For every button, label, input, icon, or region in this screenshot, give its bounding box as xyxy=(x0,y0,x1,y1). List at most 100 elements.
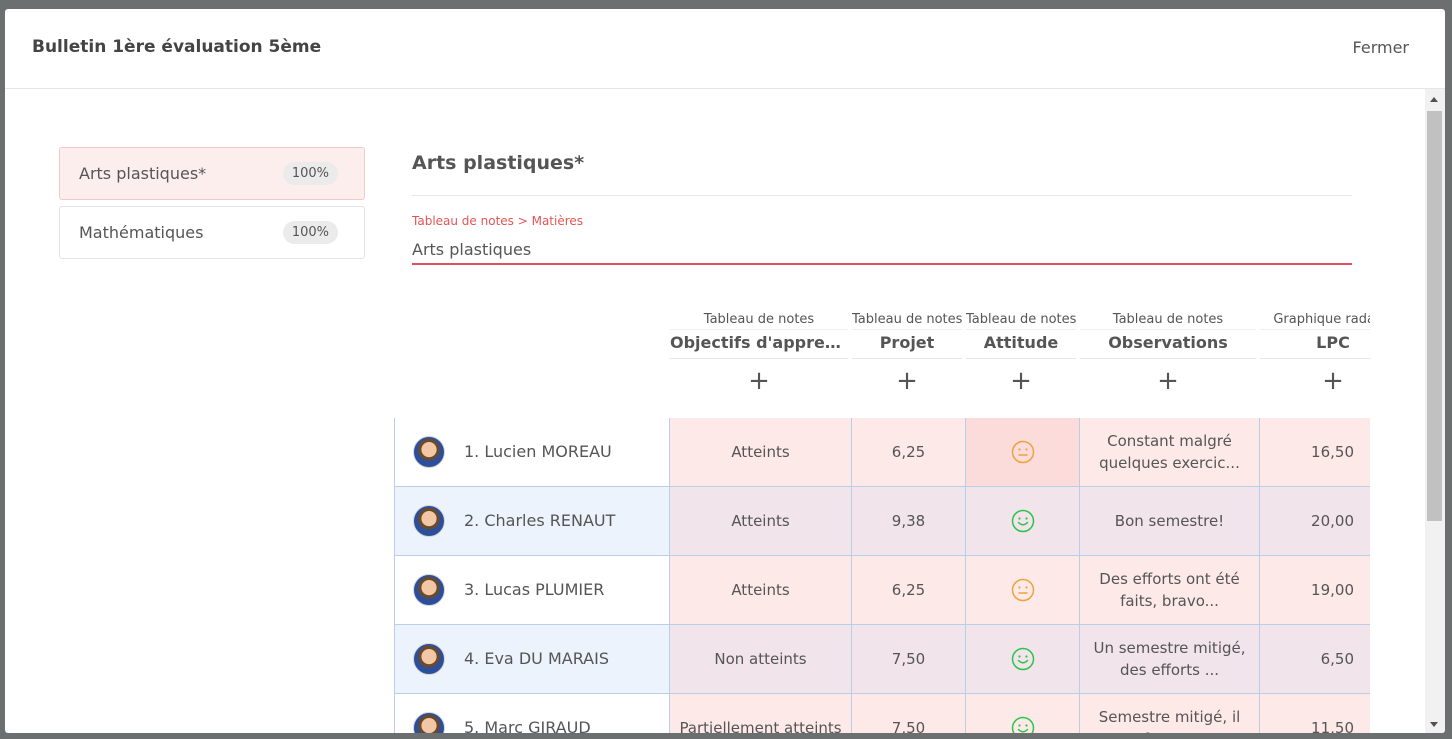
subject-label: Mathématiques xyxy=(79,223,204,242)
column-header: Tableau de notes Projet + xyxy=(852,309,962,403)
add-icon[interactable]: + xyxy=(670,359,848,403)
projet-value: 7,50 xyxy=(891,650,926,668)
observations-cell[interactable]: Constant malgré quelques exercic... xyxy=(1080,418,1260,487)
column-name[interactable]: Objectifs d'apprentissage xyxy=(670,329,848,359)
student-name: 1. Lucien MOREAU xyxy=(464,442,612,461)
lpc-value: 19,00 xyxy=(1311,581,1354,599)
attitude-cell[interactable] xyxy=(966,556,1080,625)
section-title: Arts plastiques* xyxy=(412,152,585,174)
lpc-value: 16,50 xyxy=(1311,443,1354,461)
column-header: Tableau de notes Observations + xyxy=(1080,309,1256,403)
observations-cell[interactable]: Semestre mitigé, il ne faut pas... xyxy=(1080,694,1260,733)
objectifs-value: Atteints xyxy=(731,512,790,530)
subject-item-arts-plastiques[interactable]: Arts plastiques* 100% xyxy=(59,147,365,200)
avatar xyxy=(413,643,445,675)
table-row: 2. Charles RENAUT Atteints 9,38 Bon semestr… xyxy=(394,487,1370,556)
subject-item-mathematiques[interactable]: Mathématiques 100% xyxy=(59,206,365,259)
add-icon[interactable]: + xyxy=(966,359,1076,403)
objectifs-cell[interactable]: Atteints xyxy=(670,487,852,556)
percent-badge: 100% xyxy=(282,221,338,244)
close-button[interactable]: Fermer xyxy=(1353,38,1409,57)
observations-cell[interactable]: Un semestre mitigé, des efforts ... xyxy=(1080,625,1260,694)
student-name-cell[interactable]: 2. Charles RENAUT xyxy=(394,487,670,556)
student-name: 4. Eva DU MARAIS xyxy=(464,649,609,668)
projet-cell[interactable]: 7,50 xyxy=(852,625,966,694)
objectifs-cell[interactable]: Atteints xyxy=(670,556,852,625)
observations-value: Bon semestre! xyxy=(1114,512,1225,530)
subject-name-input[interactable] xyxy=(412,235,1352,265)
percent-badge: 100% xyxy=(282,162,338,185)
table-row: 1. Lucien MOREAU Atteints 6,25 Constant mal… xyxy=(394,418,1370,487)
table-row: 5. Marc GIRAUD Partiellement atteints 7,50… xyxy=(394,694,1370,733)
lpc-cell[interactable]: 19,00 xyxy=(1260,556,1370,625)
projet-cell[interactable]: 6,25 xyxy=(852,418,966,487)
neutral-face-icon xyxy=(1011,440,1035,464)
objectifs-value: Non atteints xyxy=(714,650,807,668)
column-header: Graphique radar d LPC+ xyxy=(1260,309,1370,403)
neutral-face-icon xyxy=(1011,578,1035,602)
attitude-cell[interactable] xyxy=(966,625,1080,694)
avatar xyxy=(413,712,445,733)
observations-value: Semestre mitigé, il ne faut pas... xyxy=(1098,708,1241,733)
scrollbar-thumb[interactable] xyxy=(1427,111,1442,521)
student-name: 5. Marc GIRAUD xyxy=(464,718,591,733)
column-name[interactable]: LPC xyxy=(1260,329,1370,359)
observations-value: Un semestre mitigé, des efforts ... xyxy=(1093,639,1246,679)
column-name[interactable]: Projet xyxy=(852,329,962,359)
projet-cell[interactable]: 6,25 xyxy=(852,556,966,625)
objectifs-value: Atteints xyxy=(731,443,790,461)
student-name-cell[interactable]: 3. Lucas PLUMIER xyxy=(394,556,670,625)
projet-value: 9,38 xyxy=(891,512,926,530)
add-icon[interactable]: + xyxy=(852,359,962,403)
attitude-cell[interactable] xyxy=(966,487,1080,556)
avatar xyxy=(413,436,445,468)
happy-face-icon xyxy=(1011,509,1035,533)
lpc-cell[interactable]: 20,00 xyxy=(1260,487,1370,556)
column-name[interactable]: Observations xyxy=(1080,329,1256,359)
lpc-cell[interactable]: 11,50 xyxy=(1260,694,1370,733)
projet-cell[interactable]: 9,38 xyxy=(852,487,966,556)
column-name[interactable]: Attitude xyxy=(966,329,1076,359)
student-name-cell[interactable]: 5. Marc GIRAUD xyxy=(394,694,670,733)
student-name-cell[interactable]: 4. Eva DU MARAIS xyxy=(394,625,670,694)
modal-title: Bulletin 1ère évaluation 5ème xyxy=(32,37,322,57)
happy-face-icon xyxy=(1011,716,1035,733)
column-header: Tableau de notes Attitude + xyxy=(966,309,1076,403)
add-icon[interactable]: + xyxy=(1260,359,1370,403)
objectifs-cell[interactable]: Atteints xyxy=(670,418,852,487)
lpc-cell[interactable]: 16,50 xyxy=(1260,418,1370,487)
projet-value: 6,25 xyxy=(891,443,926,461)
avatar xyxy=(413,505,445,537)
attitude-cell[interactable] xyxy=(966,418,1080,487)
projet-cell[interactable]: 7,50 xyxy=(852,694,966,733)
objectifs-value: Atteints xyxy=(731,581,790,599)
student-name: 3. Lucas PLUMIER xyxy=(464,580,605,599)
add-icon[interactable]: + xyxy=(1080,359,1256,403)
column-source-label: Tableau de notes xyxy=(966,312,1076,327)
attitude-cell[interactable] xyxy=(966,694,1080,733)
column-source-label: Tableau de notes xyxy=(852,312,962,327)
student-name-cell[interactable]: 1. Lucien MOREAU xyxy=(394,418,670,487)
observations-cell[interactable]: Des efforts ont été faits, bravo... xyxy=(1080,556,1260,625)
scroll-up-icon[interactable] xyxy=(1430,97,1438,102)
objectifs-cell[interactable]: Non atteints xyxy=(670,625,852,694)
column-header: Tableau de notes Objectifs d'apprentissag… xyxy=(670,309,848,403)
scroll-down-icon[interactable] xyxy=(1430,722,1438,727)
observations-value: Constant malgré quelques exercic... xyxy=(1099,432,1240,472)
subject-label: Arts plastiques* xyxy=(79,164,207,183)
table-row: 4. Eva DU MARAIS Non atteints 7,50 Un semes… xyxy=(394,625,1370,694)
bulletin-modal: Bulletin 1ère évaluation 5ème Fermer Art… xyxy=(5,9,1445,733)
vertical-scrollbar[interactable] xyxy=(1425,89,1445,733)
projet-value: 7,50 xyxy=(891,719,926,733)
observations-value: Des efforts ont été faits, bravo... xyxy=(1099,570,1240,610)
field-label: Tableau de notes > Matières xyxy=(412,214,584,228)
lpc-value: 20,00 xyxy=(1311,512,1354,530)
grades-grid: Tableau de notes Objectifs d'apprentissag… xyxy=(394,309,1370,733)
objectifs-cell[interactable]: Partiellement atteints xyxy=(670,694,852,733)
observations-cell[interactable]: Bon semestre! xyxy=(1080,487,1260,556)
column-source-label: Tableau de notes xyxy=(1112,312,1224,327)
column-source-label: Tableau de notes xyxy=(703,312,815,327)
lpc-value: 11,50 xyxy=(1311,719,1354,733)
objectifs-value: Partiellement atteints xyxy=(679,719,842,733)
lpc-cell[interactable]: 6,50 xyxy=(1260,625,1370,694)
